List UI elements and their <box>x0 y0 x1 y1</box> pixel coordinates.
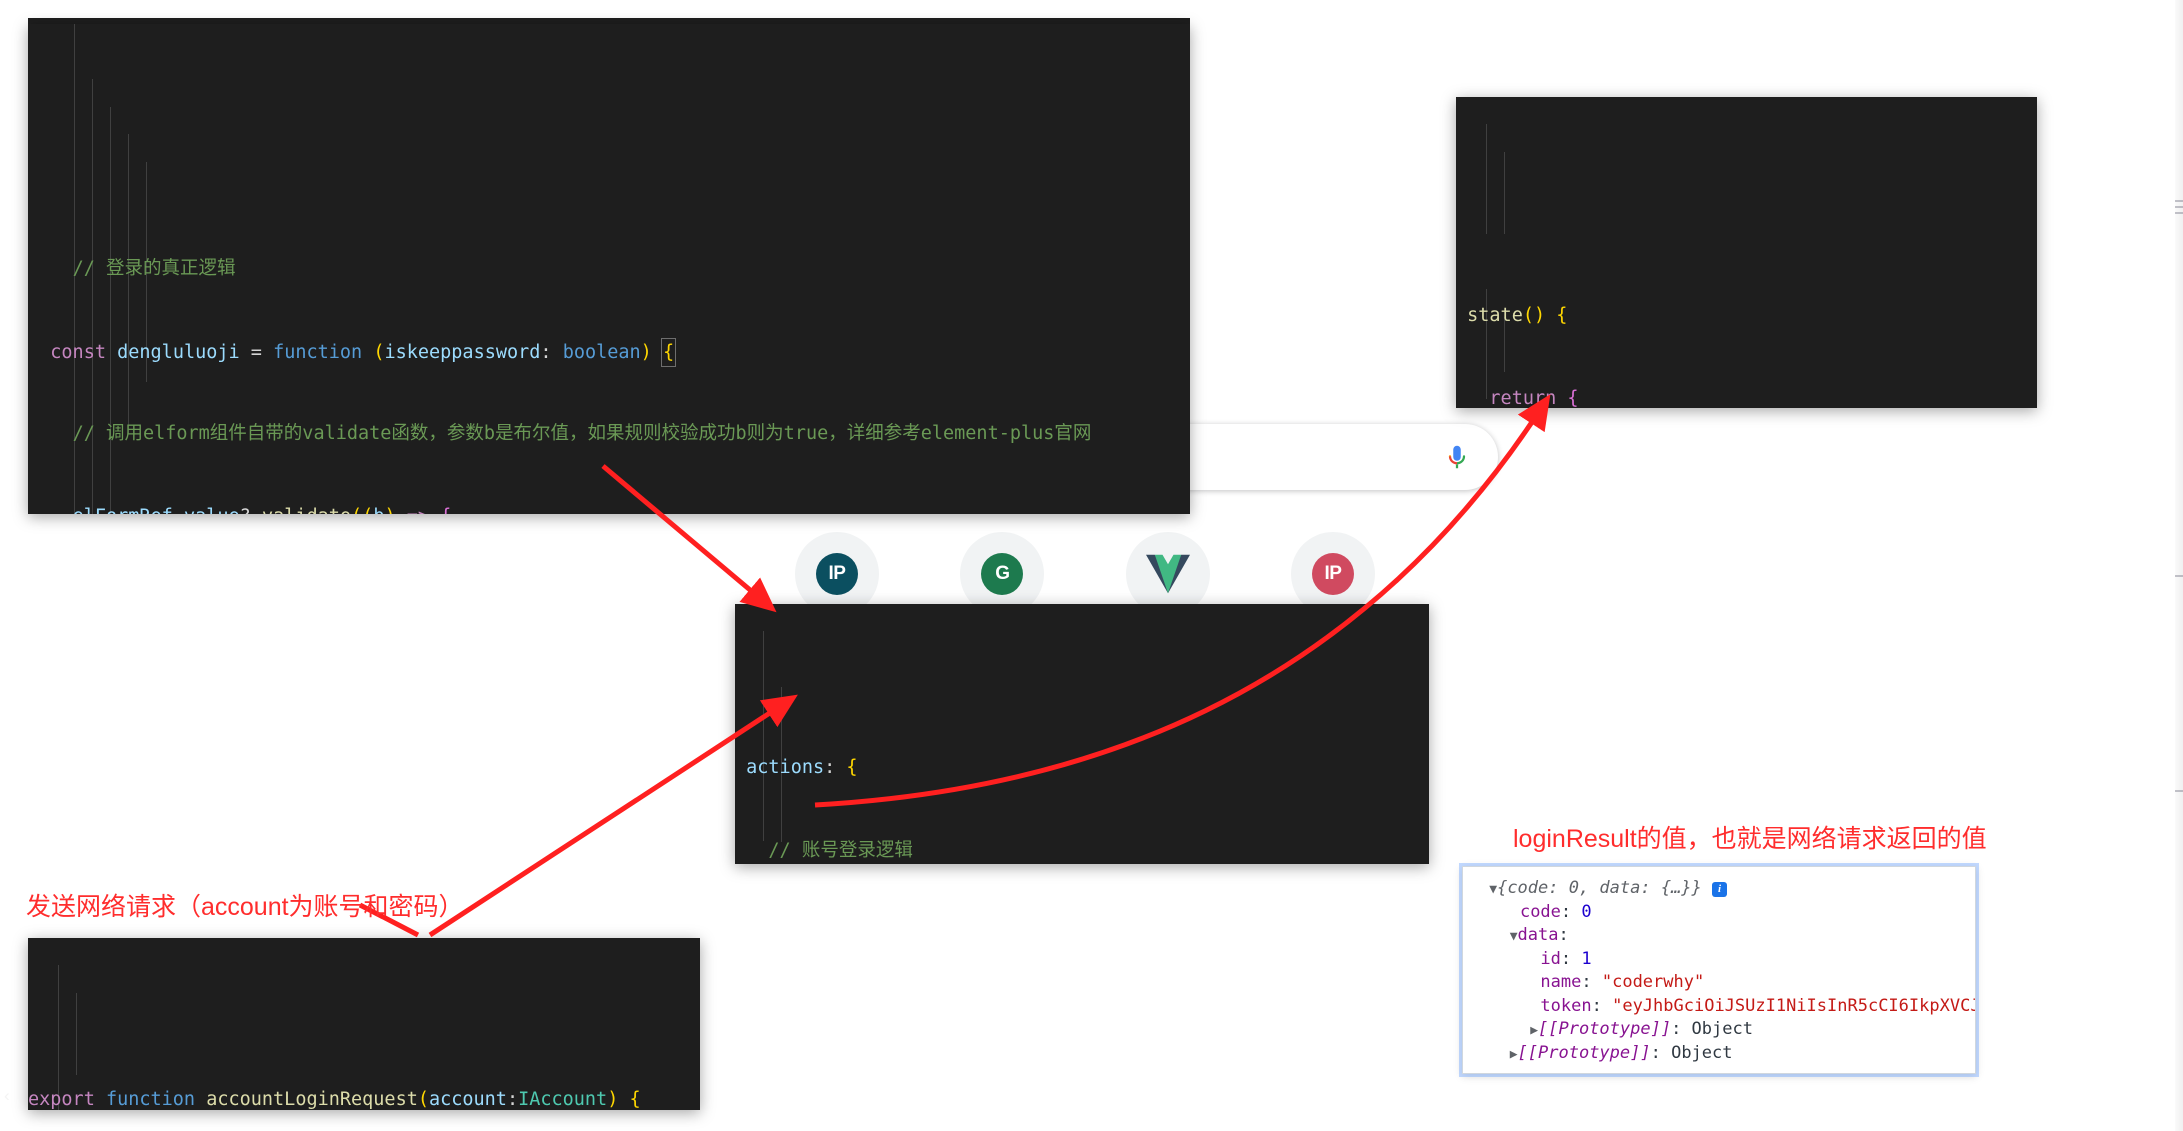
microphone-icon[interactable] <box>1442 442 1472 472</box>
account-login-request-code-block[interactable]: export function accountLoginRequest(acco… <box>28 938 700 1110</box>
annotation-login-result: loginResult的值，也就是网络请求返回的值 <box>1513 819 1987 855</box>
vuex-actions-code-block[interactable]: actions: { // 账号登录逻辑 async accountLoginA… <box>735 604 1429 864</box>
code-line: // 调用elform组件自带的validate函数，参数b是布尔值，如果规则校… <box>28 420 1190 448</box>
console-summary-row[interactable]: ▼{code: 0, data: {…}} i <box>1479 877 1975 901</box>
vuex-store-code-block[interactable]: state() { return { token: '', userInfo:{… <box>1456 97 2037 408</box>
code-line: // 登录的真正逻辑 <box>28 255 1190 283</box>
console-row-prototype[interactable]: ▶[[Prototype]]: Object <box>1479 1042 1975 1066</box>
console-row-prototype[interactable]: ▶[[Prototype]]: Object <box>1479 1018 1975 1042</box>
code-line: elFormRef.value?.validate((b) => { <box>28 503 1190 514</box>
code-line: return { <box>1456 385 2037 408</box>
info-icon[interactable]: i <box>1712 882 1727 897</box>
console-row: id: 1 <box>1479 948 1975 972</box>
devtools-console-output[interactable]: ▼{code: 0, data: {…}} i code: 0 ▼data: i… <box>1462 866 1976 1074</box>
console-row: token: "eyJhbGciOiJSUzI1NiIsInR5cCI6IkpX… <box>1479 995 1975 1019</box>
code-line: export function accountLoginRequest(acco… <box>28 1086 700 1110</box>
shortcut-badge-label: G <box>981 553 1023 595</box>
credit-chevron-icon[interactable]: ‹ <box>4 1086 10 1106</box>
window-right-edge <box>2175 0 2183 1131</box>
shortcut-badge-label: IP <box>1312 553 1354 595</box>
console-row: name: "coderwhy" <box>1479 971 1975 995</box>
login-logic-code-block[interactable]: // 登录的真正逻辑 const dengluluoji = function … <box>28 24 1190 514</box>
code-line: // 账号登录逻辑 <box>735 837 1429 864</box>
code-line: const dengluluoji = function (iskeeppass… <box>28 338 1190 366</box>
console-row: code: 0 <box>1479 901 1975 925</box>
shortcut-badge-label: IP <box>816 553 858 595</box>
console-summary-text: {code: 0, data: {…}} <box>1497 878 1702 898</box>
code-line: actions: { <box>735 754 1429 782</box>
vue-logo-icon <box>1146 554 1190 594</box>
console-row-data[interactable]: ▼data: <box>1479 924 1975 948</box>
annotation-send-request: 发送网络请求（account为账号和密码） <box>26 887 464 923</box>
code-line: state() { <box>1456 302 2037 330</box>
